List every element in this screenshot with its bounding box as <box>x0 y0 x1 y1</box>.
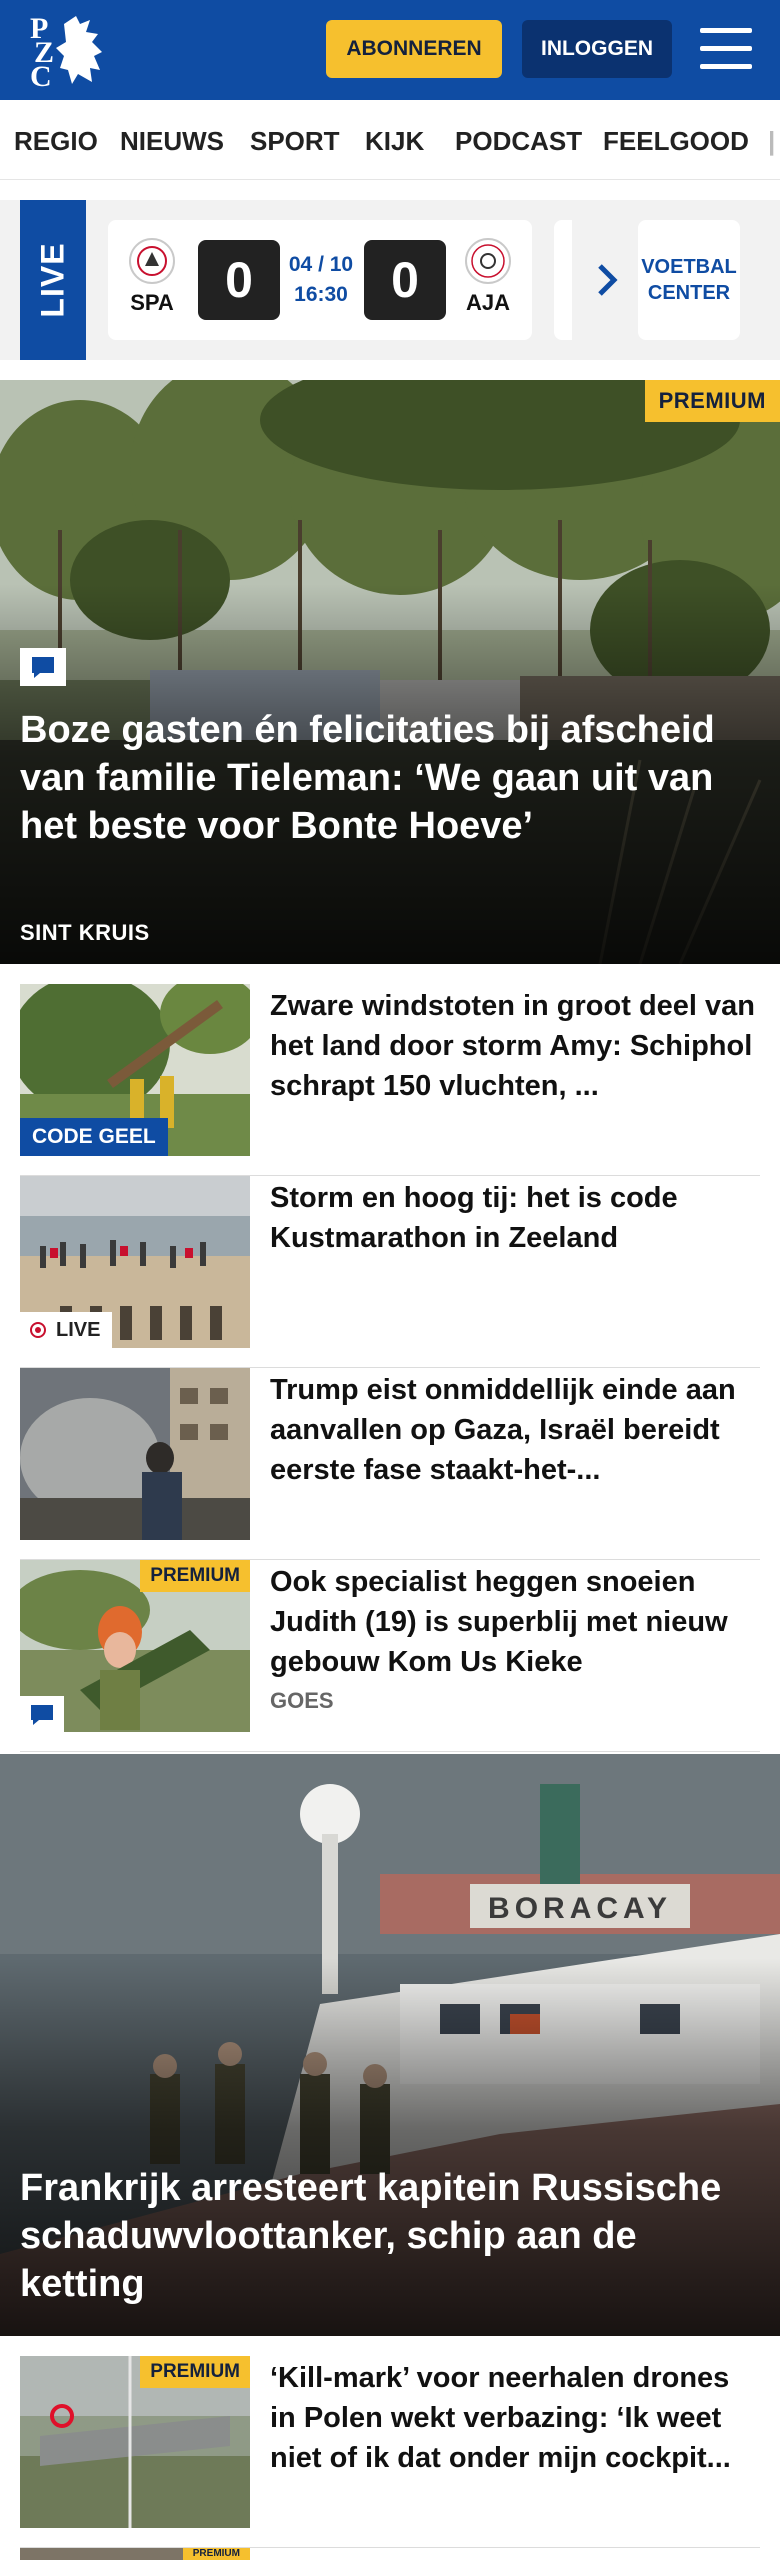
home-club: SPA <box>122 238 182 316</box>
hero-article-1[interactable]: PREMIUM Boze gasten én felicitaties bij … <box>0 380 780 964</box>
article-title[interactable]: ‘Kill-mark’ voor neerhalen drones in Pol… <box>270 2358 760 2478</box>
nav-item-feelgood[interactable]: FEELGOOD <box>603 126 749 157</box>
nav-item-regio[interactable]: REGIO <box>14 126 98 157</box>
pzc-logo[interactable]: P Z C <box>28 12 112 93</box>
live-scores-bar: LIVE SPA 0 04 / 10 16:30 0 AJA VOETBAL C… <box>0 200 780 360</box>
nav-overflow: | <box>768 126 776 156</box>
voetbal-center-button[interactable]: VOETBAL CENTER <box>638 220 740 340</box>
nav-item-nieuws[interactable]: NIEUWS <box>120 126 224 157</box>
article-kicker: GOES <box>270 1688 334 1713</box>
ship-name-board: BORACAY <box>488 1892 672 1925</box>
list-item[interactable]: PREMIUM ‘Kill-mark’ voor neerhalen drone… <box>20 2356 760 2548</box>
home-score: 0 <box>198 240 280 320</box>
match-datetime: 04 / 10 16:30 <box>278 250 364 310</box>
sparta-crest-icon <box>129 238 175 284</box>
live-label: LIVE <box>20 200 86 360</box>
match-time: 16:30 <box>294 283 348 306</box>
away-score: 0 <box>364 240 446 320</box>
premium-badge: PREMIUM <box>140 1560 250 1592</box>
login-button[interactable]: INLOGGEN <box>522 20 672 78</box>
subscribe-button[interactable]: ABONNEREN <box>326 20 502 78</box>
premium-badge: PREMIUM <box>182 2548 250 2560</box>
thumb-next: PREMIUM <box>20 2548 250 2560</box>
next-match-card[interactable] <box>554 220 572 340</box>
hero-article-2[interactable]: BORACAY Frankrijk arresteert kapitein Ru… <box>0 1754 780 2336</box>
premium-badge: PREMIUM <box>140 2356 250 2388</box>
live-dot-icon <box>30 1322 46 1338</box>
article-title[interactable]: Zware windstoten in groot deel van het l… <box>270 986 760 1106</box>
list-item[interactable]: CODE GEEL Zware windstoten in groot deel… <box>20 984 760 1176</box>
svg-text:C: C <box>30 60 52 88</box>
chevron-right-icon[interactable] <box>588 260 628 300</box>
menu-icon[interactable] <box>700 28 752 72</box>
comment-icon <box>20 1696 64 1732</box>
article-title[interactable]: Ook specialist heggen snoeien Judith (19… <box>270 1562 760 1682</box>
thumb-marathon: LIVE <box>20 1176 250 1348</box>
thumb-storm: CODE GEEL <box>20 984 250 1156</box>
hero-title[interactable]: Boze gasten én felicitaties bij afscheid… <box>20 706 760 850</box>
list-item[interactable]: PREMIUM Ook specialist heggen snoeien Ju… <box>20 1560 760 1752</box>
nav-item-sport[interactable]: SPORT <box>250 126 340 157</box>
section-nav: REGIO NIEUWS SPORT KIJK PODCAST FEELGOOD… <box>0 100 780 180</box>
list-item[interactable]: Trump eist onmiddellijk einde aan aanval… <box>20 1368 760 1560</box>
nav-item-podcast[interactable]: PODCAST <box>455 126 582 157</box>
article-title[interactable]: Trump eist onmiddellijk einde aan aanval… <box>270 1370 760 1490</box>
premium-badge: PREMIUM <box>644 380 780 422</box>
hero-kicker: SINT KRUIS <box>20 920 150 945</box>
list-item[interactable]: PREMIUM <box>20 2548 760 2560</box>
thumb-hedge: PREMIUM <box>20 1560 250 1732</box>
live-tag: LIVE <box>20 1312 113 1348</box>
code-geel-tag: CODE GEEL <box>20 1118 168 1156</box>
match-date: 04 / 10 <box>288 253 354 276</box>
list-item[interactable]: LIVE Storm en hoog tij: het is code Kust… <box>20 1176 760 1368</box>
ajax-crest-icon <box>465 238 511 284</box>
comment-icon <box>20 648 66 686</box>
logo-mark-icon: P Z C <box>30 12 102 93</box>
thumb-gaza <box>20 1368 250 1540</box>
match-card[interactable]: SPA 0 04 / 10 16:30 0 AJA <box>108 220 532 340</box>
away-club: AJA <box>458 238 518 316</box>
nav-item-kijk[interactable]: KIJK <box>365 126 424 157</box>
article-title[interactable]: Storm en hoog tij: het is code Kustmarat… <box>270 1178 760 1258</box>
site-header: P Z C ABONNEREN INLOGGEN <box>0 0 780 100</box>
thumb-drones: PREMIUM <box>20 2356 250 2528</box>
hero-title[interactable]: Frankrijk arresteert kapitein Russische … <box>20 2164 760 2308</box>
